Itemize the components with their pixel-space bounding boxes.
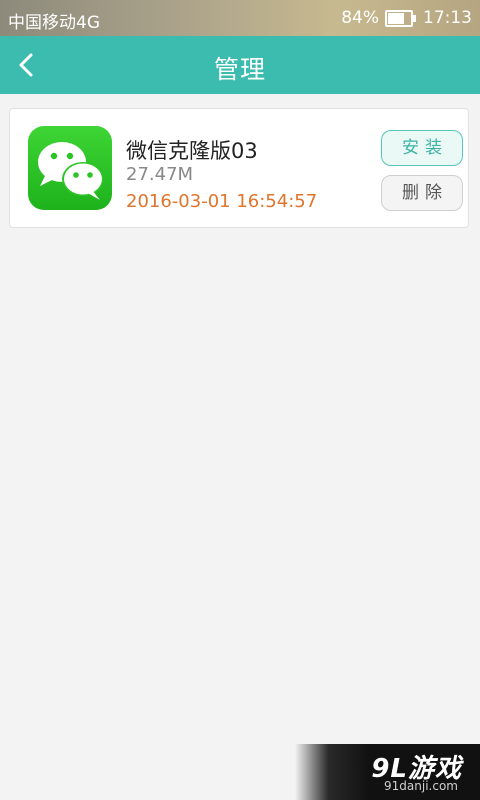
- battery-tip: [413, 14, 416, 22]
- status-right: 84% 17:13: [341, 8, 472, 28]
- battery-fill: [388, 12, 405, 24]
- app-timestamp: 2016-03-01 16:54:57: [126, 191, 318, 212]
- battery-percent: 84%: [341, 8, 379, 28]
- install-button[interactable]: 安装: [381, 130, 463, 166]
- app-size: 27.47M: [126, 164, 194, 185]
- wechat-glyph: [38, 142, 104, 200]
- app-name: 微信克隆版03: [126, 139, 258, 163]
- status-bar: 中国移动4G 84% 17:13: [0, 0, 480, 36]
- wechat-icon: [28, 126, 112, 210]
- app-card: 微信克隆版03 27.47M 2016-03-01 16:54:57 安装 删除: [9, 108, 469, 228]
- clock: 17:13: [423, 8, 472, 28]
- delete-button[interactable]: 删除: [381, 175, 463, 211]
- screen: 中国移动4G 84% 17:13 管理 微信克隆版03 27.47M 2016-…: [0, 0, 480, 800]
- battery-icon: [385, 9, 416, 27]
- watermark-site: 91danji.com: [384, 779, 458, 793]
- app-header: 管理: [0, 36, 480, 94]
- watermark: 9L游戏 91danji.com: [295, 744, 480, 800]
- carrier-label: 中国移动4G: [8, 13, 100, 33]
- page-title: 管理: [213, 55, 266, 84]
